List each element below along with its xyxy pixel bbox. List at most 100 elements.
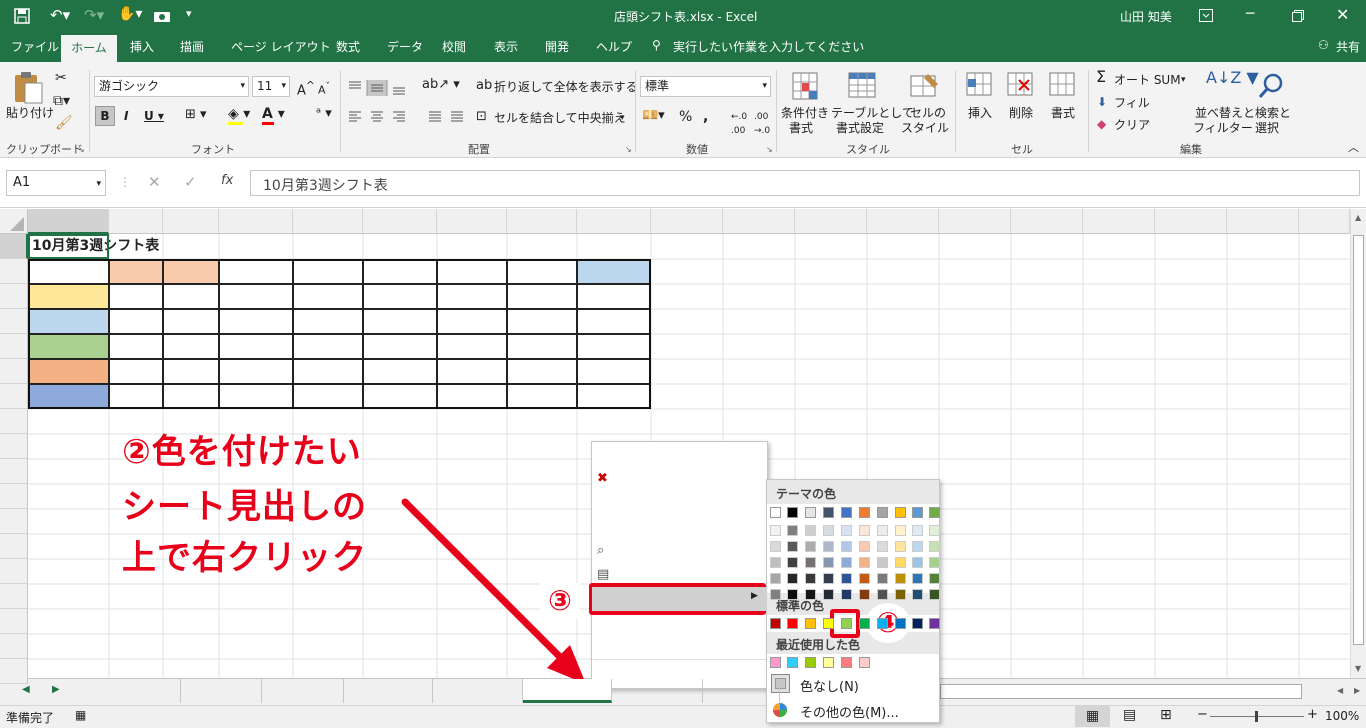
shift-end-cell[interactable] bbox=[163, 384, 219, 409]
schedule-cell[interactable] bbox=[577, 384, 651, 409]
column-header[interactable] bbox=[219, 209, 293, 234]
theme-shade-swatch[interactable] bbox=[859, 525, 870, 536]
schedule-cell[interactable] bbox=[507, 359, 577, 384]
column-header[interactable] bbox=[1299, 209, 1350, 234]
recent-color-swatch[interactable] bbox=[787, 657, 798, 668]
schedule-cell[interactable] bbox=[293, 309, 363, 334]
shift-start-cell[interactable] bbox=[109, 359, 163, 384]
row-header[interactable] bbox=[0, 334, 28, 359]
theme-color-swatch[interactable] bbox=[859, 507, 870, 518]
sheet-tab[interactable] bbox=[262, 679, 344, 703]
theme-shade-swatch[interactable] bbox=[805, 525, 816, 536]
column-header[interactable] bbox=[1083, 209, 1155, 234]
theme-shade-swatch[interactable] bbox=[787, 541, 798, 552]
table-header-cell[interactable] bbox=[507, 259, 577, 284]
context-menu-item[interactable] bbox=[592, 539, 767, 563]
sheet-tab[interactable] bbox=[433, 679, 523, 703]
column-header[interactable] bbox=[577, 209, 651, 234]
recent-color-swatch[interactable] bbox=[805, 657, 816, 668]
theme-shade-swatch[interactable] bbox=[805, 541, 816, 552]
table-header-cell[interactable] bbox=[28, 259, 109, 284]
context-menu-item[interactable] bbox=[592, 467, 767, 491]
theme-shade-swatch[interactable] bbox=[877, 557, 888, 568]
schedule-cell[interactable] bbox=[437, 359, 507, 384]
theme-shade-swatch[interactable] bbox=[929, 541, 940, 552]
theme-shade-swatch[interactable] bbox=[787, 525, 798, 536]
schedule-cell[interactable] bbox=[363, 284, 437, 309]
theme-shade-swatch[interactable] bbox=[787, 573, 798, 584]
theme-shade-swatch[interactable] bbox=[823, 525, 834, 536]
shift-start-cell[interactable] bbox=[109, 384, 163, 409]
shift-end-cell[interactable] bbox=[163, 284, 219, 309]
theme-shade-swatch[interactable] bbox=[841, 557, 852, 568]
theme-shade-swatch[interactable] bbox=[805, 557, 816, 568]
shift-end-cell[interactable] bbox=[163, 359, 219, 384]
row-header[interactable] bbox=[0, 384, 28, 409]
theme-shade-swatch[interactable] bbox=[770, 541, 781, 552]
shift-name-cell[interactable] bbox=[28, 334, 109, 359]
schedule-cell[interactable] bbox=[293, 284, 363, 309]
theme-shade-swatch[interactable] bbox=[805, 589, 816, 600]
theme-shade-swatch[interactable] bbox=[841, 541, 852, 552]
table-header-cell[interactable] bbox=[437, 259, 507, 284]
column-header[interactable] bbox=[867, 209, 939, 234]
row-header[interactable] bbox=[0, 434, 28, 459]
context-menu-item[interactable] bbox=[592, 661, 767, 685]
schedule-cell[interactable] bbox=[437, 384, 507, 409]
schedule-cell[interactable] bbox=[577, 284, 651, 309]
schedule-cell[interactable] bbox=[219, 284, 293, 309]
context-menu-item[interactable] bbox=[592, 515, 767, 539]
table-header-cell[interactable] bbox=[577, 259, 651, 284]
theme-shade-swatch[interactable] bbox=[823, 557, 834, 568]
theme-color-swatch[interactable] bbox=[912, 507, 923, 518]
theme-shade-swatch[interactable] bbox=[877, 541, 888, 552]
theme-shade-swatch[interactable] bbox=[912, 589, 923, 600]
row-header[interactable] bbox=[0, 234, 28, 259]
row-header[interactable] bbox=[0, 259, 28, 284]
schedule-cell[interactable] bbox=[437, 284, 507, 309]
column-header[interactable] bbox=[795, 209, 867, 234]
theme-shade-swatch[interactable] bbox=[895, 573, 906, 584]
schedule-cell[interactable] bbox=[363, 309, 437, 334]
row-header[interactable] bbox=[0, 559, 28, 584]
standard-color-swatch[interactable] bbox=[912, 618, 923, 629]
schedule-cell[interactable] bbox=[363, 334, 437, 359]
standard-color-swatch[interactable] bbox=[787, 618, 798, 629]
shift-end-cell[interactable] bbox=[163, 334, 219, 359]
context-menu-item[interactable] bbox=[592, 491, 767, 515]
theme-shade-swatch[interactable] bbox=[859, 573, 870, 584]
theme-shade-swatch[interactable] bbox=[929, 589, 940, 600]
theme-shade-swatch[interactable] bbox=[859, 589, 870, 600]
recent-color-swatch[interactable] bbox=[859, 657, 870, 668]
row-header[interactable] bbox=[0, 459, 28, 484]
theme-color-swatch[interactable] bbox=[841, 507, 852, 518]
schedule-cell[interactable] bbox=[507, 334, 577, 359]
table-header-cell[interactable] bbox=[109, 259, 163, 284]
schedule-cell[interactable] bbox=[219, 309, 293, 334]
schedule-cell[interactable] bbox=[363, 384, 437, 409]
theme-shade-swatch[interactable] bbox=[787, 589, 798, 600]
row-header[interactable] bbox=[0, 309, 28, 334]
table-header-cell[interactable] bbox=[219, 259, 293, 284]
theme-shade-swatch[interactable] bbox=[841, 573, 852, 584]
column-header[interactable] bbox=[939, 209, 1011, 234]
table-header-cell[interactable] bbox=[293, 259, 363, 284]
column-header[interactable] bbox=[1155, 209, 1227, 234]
column-header[interactable] bbox=[507, 209, 577, 234]
theme-shade-swatch[interactable] bbox=[841, 525, 852, 536]
schedule-cell[interactable] bbox=[577, 334, 651, 359]
row-header[interactable] bbox=[0, 509, 28, 534]
theme-shade-swatch[interactable] bbox=[895, 525, 906, 536]
theme-shade-swatch[interactable] bbox=[770, 589, 781, 600]
theme-shade-swatch[interactable] bbox=[877, 573, 888, 584]
sheet-tab[interactable] bbox=[344, 679, 433, 703]
theme-color-swatch[interactable] bbox=[805, 507, 816, 518]
column-header[interactable] bbox=[651, 209, 723, 234]
row-header[interactable] bbox=[0, 634, 28, 659]
schedule-cell[interactable] bbox=[437, 309, 507, 334]
shift-name-cell[interactable] bbox=[28, 359, 109, 384]
context-menu-item[interactable] bbox=[592, 563, 767, 587]
row-header[interactable] bbox=[0, 359, 28, 384]
column-header[interactable] bbox=[1011, 209, 1083, 234]
standard-color-swatch[interactable] bbox=[823, 618, 834, 629]
